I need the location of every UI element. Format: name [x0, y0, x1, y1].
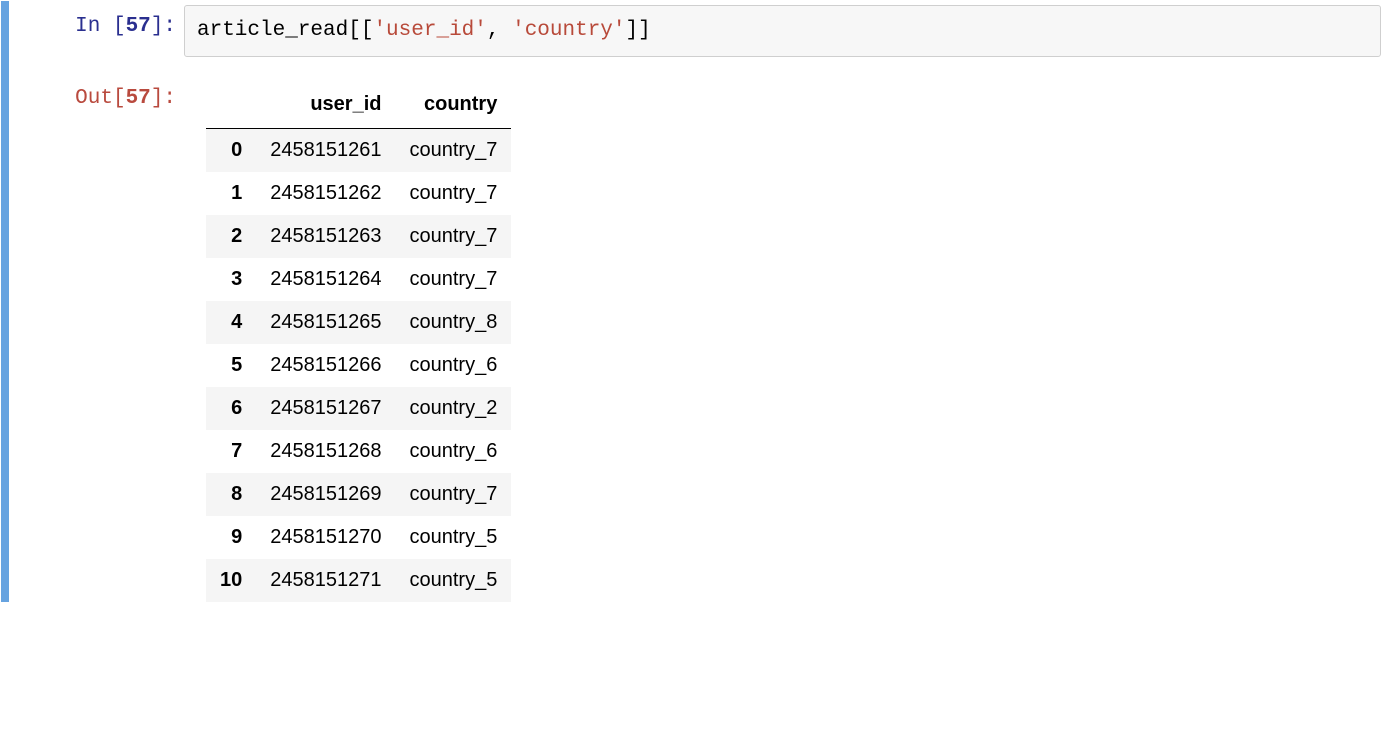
input-area: article_read[['user_id', 'country']] — [184, 1, 1389, 65]
code-input[interactable]: article_read[['user_id', 'country']] — [184, 5, 1381, 57]
table-row: 32458151264country_7 — [206, 258, 511, 301]
cell-user-id: 2458151268 — [256, 430, 395, 473]
row-index: 8 — [206, 473, 256, 516]
cell-user-id: 2458151263 — [256, 215, 395, 258]
cell-user-id: 2458151261 — [256, 129, 395, 173]
in-label-prefix: In [ — [75, 15, 125, 38]
table-row: 62458151267country_2 — [206, 387, 511, 430]
output-area: user_id country 02458151261country_71245… — [184, 73, 1389, 602]
table-row: 52458151266country_6 — [206, 344, 511, 387]
cell-selection-bar — [1, 1, 9, 602]
code-comma: , — [487, 19, 512, 42]
table-row: 42458151265country_8 — [206, 301, 511, 344]
row-index: 3 — [206, 258, 256, 301]
table-row: 02458151261country_7 — [206, 129, 511, 173]
table-row: 22458151263country_7 — [206, 215, 511, 258]
row-index: 10 — [206, 559, 256, 602]
cell-country: country_8 — [395, 301, 511, 344]
table-row: 92458151270country_5 — [206, 516, 511, 559]
col-header-country: country — [395, 83, 511, 129]
exec-count-out: 57 — [126, 87, 151, 110]
code-str-2: 'country' — [512, 19, 625, 42]
cell-country: country_7 — [395, 215, 511, 258]
cell-user-id: 2458151271 — [256, 559, 395, 602]
output-prompt: Out[57]: — [9, 73, 184, 602]
cell-user-id: 2458151269 — [256, 473, 395, 516]
cell-country: country_7 — [395, 129, 511, 173]
row-index: 5 — [206, 344, 256, 387]
cell-user-id: 2458151265 — [256, 301, 395, 344]
out-label-suffix: ]: — [151, 87, 176, 110]
cell-user-id: 2458151262 — [256, 172, 395, 215]
cell-user-id: 2458151267 — [256, 387, 395, 430]
row-index: 0 — [206, 129, 256, 173]
exec-count-in: 57 — [126, 15, 151, 38]
cell-country: country_7 — [395, 473, 511, 516]
index-header — [206, 83, 256, 129]
input-prompt: In [57]: — [9, 1, 184, 65]
row-index: 4 — [206, 301, 256, 344]
row-index: 9 — [206, 516, 256, 559]
table-body: 02458151261country_712458151262country_7… — [206, 129, 511, 603]
cell-country: country_5 — [395, 559, 511, 602]
cell-country: country_6 — [395, 430, 511, 473]
cell-user-id: 2458151266 — [256, 344, 395, 387]
cell-user-id: 2458151264 — [256, 258, 395, 301]
table-row: 72458151268country_6 — [206, 430, 511, 473]
dataframe-table: user_id country 02458151261country_71245… — [206, 83, 511, 602]
cell-country: country_5 — [395, 516, 511, 559]
code-open-brackets: [[ — [348, 19, 373, 42]
row-index: 1 — [206, 172, 256, 215]
col-header-user-id: user_id — [256, 83, 395, 129]
table-head: user_id country — [206, 83, 511, 129]
row-index: 6 — [206, 387, 256, 430]
code-var: article_read — [197, 19, 348, 42]
cell-user-id: 2458151270 — [256, 516, 395, 559]
out-label-prefix: Out[ — [75, 87, 125, 110]
cell-country: country_6 — [395, 344, 511, 387]
cell-country: country_7 — [395, 258, 511, 301]
row-index: 2 — [206, 215, 256, 258]
in-label-suffix: ]: — [151, 15, 176, 38]
code-str-1: 'user_id' — [373, 19, 486, 42]
cell-country: country_2 — [395, 387, 511, 430]
table-row: 12458151262country_7 — [206, 172, 511, 215]
cell-country: country_7 — [395, 172, 511, 215]
row-index: 7 — [206, 430, 256, 473]
code-close-brackets: ]] — [626, 19, 651, 42]
table-row: 82458151269country_7 — [206, 473, 511, 516]
table-row: 102458151271country_5 — [206, 559, 511, 602]
notebook-cell: In [57]: article_read[['user_id', 'count… — [0, 0, 1390, 603]
